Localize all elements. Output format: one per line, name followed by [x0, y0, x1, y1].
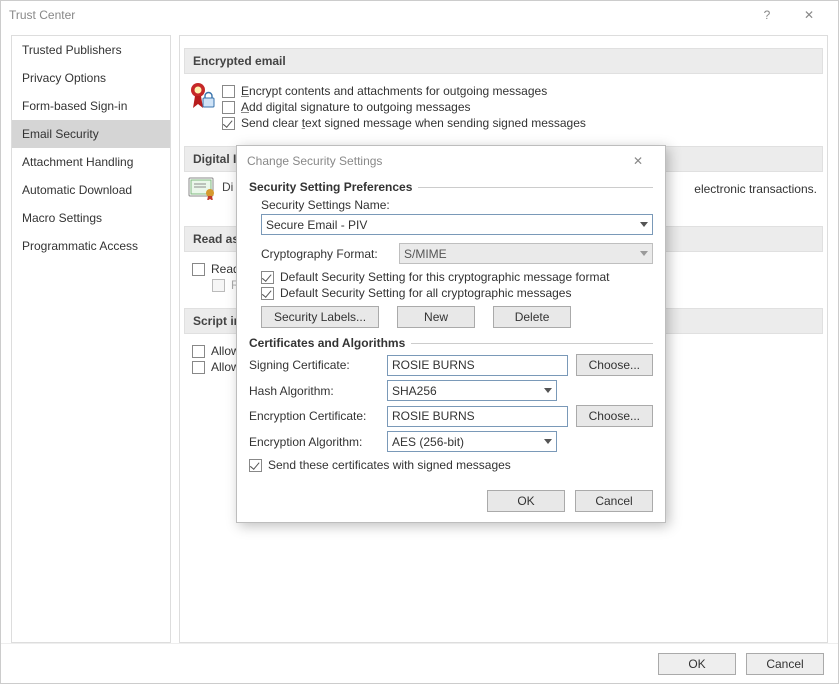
sidebar-item-trusted-publishers[interactable]: Trusted Publishers	[12, 36, 170, 64]
checkbox-encrypt-row[interactable]: Encrypt contents and attachments for out…	[222, 84, 815, 98]
checkbox-allow1[interactable]	[192, 345, 205, 358]
enc-alg-label: Encryption Algorithm:	[249, 435, 379, 449]
crypto-format-value: S/MIME	[404, 247, 447, 261]
checkbox-read[interactable]	[192, 263, 205, 276]
cb-default-format-row[interactable]: Default Security Setting for this crypto…	[261, 270, 653, 284]
sidebar: Trusted Publishers Privacy Options Form-…	[11, 35, 171, 643]
sidebar-item-programmatic-access[interactable]: Programmatic Access	[12, 232, 170, 260]
checkbox-re	[212, 279, 225, 292]
checkbox-sign-row[interactable]: Add digital signature to outgoing messag…	[222, 100, 815, 114]
cb-default-format-label: Default Security Setting for this crypto…	[280, 270, 609, 284]
cb-send-with-label: Send these certificates with signed mess…	[268, 458, 511, 472]
dialog-body: Security Setting Preferences Security Se…	[237, 176, 665, 484]
sidebar-item-privacy-options[interactable]: Privacy Options	[12, 64, 170, 92]
sidebar-item-form-signin[interactable]: Form-based Sign-in	[12, 92, 170, 120]
signing-cert-label: Signing Certificate:	[249, 358, 379, 372]
settings-name-select[interactable]: Secure Email - PIV	[261, 214, 653, 235]
settings-name-value: Secure Email - PIV	[266, 218, 367, 232]
checkbox-sign-label: Add digital signature to outgoing messag…	[241, 100, 471, 114]
sidebar-item-macro-settings[interactable]: Macro Settings	[12, 204, 170, 232]
settings-name-label: Security Settings Name:	[261, 198, 653, 212]
dialog-cancel-button[interactable]: Cancel	[575, 490, 653, 512]
checkbox-cleartext-row[interactable]: Send clear text signed message when send…	[222, 116, 815, 130]
digital-ids-text-prefix: Di	[222, 180, 233, 194]
window-title: Trust Center	[9, 8, 746, 22]
chevron-down-icon	[544, 388, 552, 393]
signing-cert-field: ROSIE BURNS	[387, 355, 568, 376]
checkbox-encrypt[interactable]	[222, 85, 235, 98]
security-labels-button[interactable]: Security Labels...	[261, 306, 379, 328]
change-security-settings-dialog: Change Security Settings ✕ Security Sett…	[236, 145, 666, 523]
new-button[interactable]: New	[397, 306, 475, 328]
dialog-ok-button[interactable]: OK	[487, 490, 565, 512]
sidebar-item-email-security[interactable]: Email Security	[12, 120, 170, 148]
enc-alg-select[interactable]: AES (256-bit)	[387, 431, 557, 452]
chevron-down-icon	[640, 222, 648, 227]
cb-default-format[interactable]	[261, 271, 274, 284]
dialog-title: Change Security Settings	[247, 154, 621, 168]
delete-button[interactable]: Delete	[493, 306, 571, 328]
certificate-icon	[188, 176, 216, 200]
enc-cert-field: ROSIE BURNS	[387, 406, 568, 427]
sidebar-item-attachment-handling[interactable]: Attachment Handling	[12, 148, 170, 176]
enc-alg-value: AES (256-bit)	[392, 435, 464, 449]
ok-button[interactable]: OK	[658, 653, 736, 675]
enc-cert-label: Encryption Certificate:	[249, 409, 379, 423]
choose-signing-cert-button[interactable]: Choose...	[576, 354, 653, 376]
cb-default-all-row[interactable]: Default Security Setting for all cryptog…	[261, 286, 653, 300]
trust-center-window: Trust Center ? ✕ Trusted Publishers Priv…	[0, 0, 839, 684]
digital-ids-text-trail: electronic transactions.	[694, 182, 817, 196]
cb-default-all-label: Default Security Setting for all cryptog…	[280, 286, 571, 300]
checkbox-encrypt-label: Encrypt contents and attachments for out…	[241, 84, 547, 98]
checkbox-sign[interactable]	[222, 101, 235, 114]
dialog-titlebar: Change Security Settings ✕	[237, 146, 665, 176]
section-encrypted-email-header: Encrypted email	[184, 48, 823, 74]
cb-send-with[interactable]	[249, 459, 262, 472]
checkbox-cleartext-label: Send clear text signed message when send…	[241, 116, 586, 130]
checkbox-allow2[interactable]	[192, 361, 205, 374]
hash-alg-value: SHA256	[392, 384, 437, 398]
prefs-legend: Security Setting Preferences	[249, 180, 653, 194]
sidebar-item-automatic-download[interactable]: Automatic Download	[12, 176, 170, 204]
dialog-footer: OK Cancel	[237, 484, 665, 522]
footer: OK Cancel	[1, 643, 838, 683]
titlebar: Trust Center ? ✕	[1, 1, 838, 29]
chevron-down-icon	[640, 251, 648, 256]
hash-alg-label: Hash Algorithm:	[249, 384, 379, 398]
crypto-format-label: Cryptography Format:	[261, 247, 391, 261]
hash-alg-select[interactable]: SHA256	[387, 380, 557, 401]
cancel-button[interactable]: Cancel	[746, 653, 824, 675]
help-button[interactable]: ?	[746, 1, 788, 29]
cb-send-with-row[interactable]: Send these certificates with signed mess…	[249, 458, 653, 472]
checkbox-cleartext[interactable]	[222, 117, 235, 130]
choose-enc-cert-button[interactable]: Choose...	[576, 405, 653, 427]
close-button[interactable]: ✕	[788, 1, 830, 29]
dialog-close-button[interactable]: ✕	[621, 147, 655, 175]
section-encrypted-email-body: Encrypt contents and attachments for out…	[182, 78, 825, 136]
crypto-format-select: S/MIME	[399, 243, 653, 264]
cb-default-all[interactable]	[261, 287, 274, 300]
ribbon-lock-icon	[188, 82, 216, 112]
chevron-down-icon	[544, 439, 552, 444]
certs-legend: Certificates and Algorithms	[249, 336, 653, 350]
